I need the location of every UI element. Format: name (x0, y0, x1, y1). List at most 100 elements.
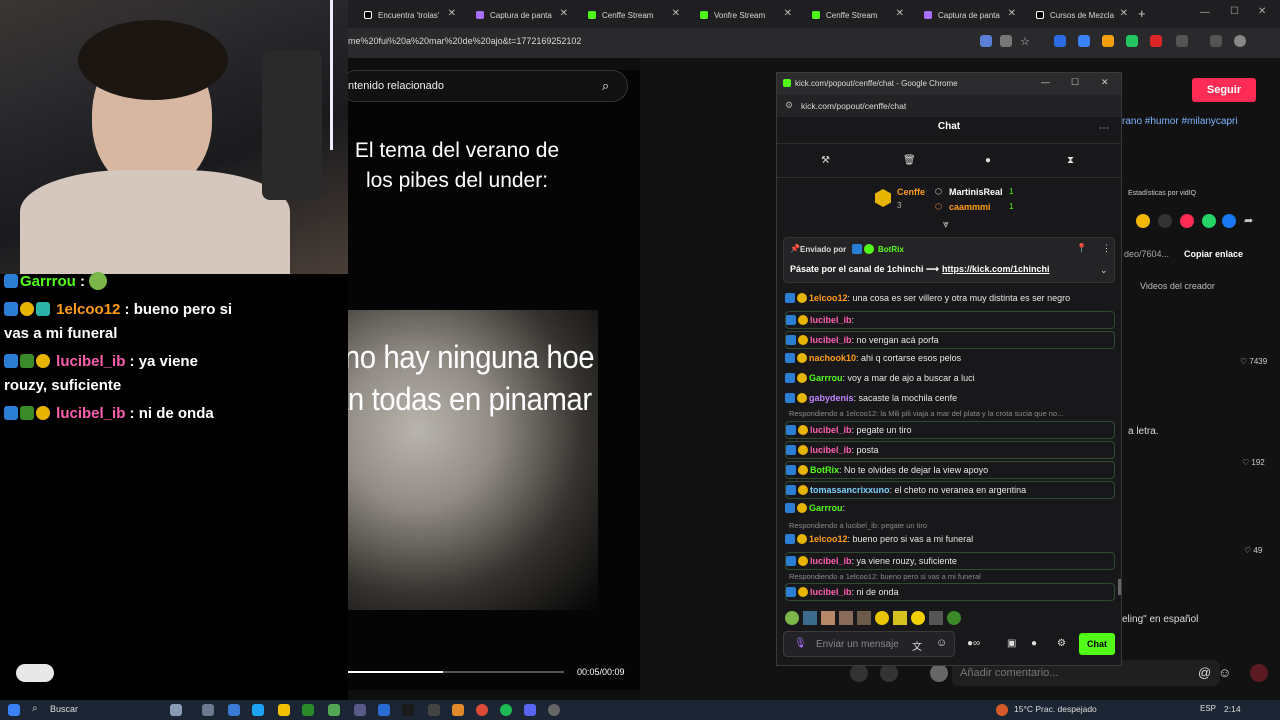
emote-icon[interactable] (839, 611, 853, 625)
gear-icon[interactable]: ⚙ (1057, 638, 1066, 649)
send-icon[interactable] (1180, 214, 1194, 228)
copy-link-button[interactable]: Copiar enlace (1184, 249, 1243, 259)
chat-username[interactable]: lucibel_ib (810, 445, 852, 455)
like-count-3[interactable]: ♡ 49 (1244, 546, 1262, 555)
site-info-icon[interactable]: ⚙ (785, 100, 793, 111)
close-tab-icon[interactable]: ✕ (784, 8, 792, 19)
creator-videos-tab[interactable]: Videos del creador (1140, 281, 1215, 291)
chevron-down-icon[interactable]: ⌄ (1100, 265, 1108, 276)
chat-username[interactable]: 1elcoo12 (809, 293, 848, 303)
emote-icon[interactable] (875, 611, 889, 625)
collapse-icon[interactable]: ⩔ (943, 219, 949, 230)
store-icon[interactable]: ▣ (1007, 638, 1016, 649)
maximize-window-icon[interactable]: ☐ (1230, 6, 1239, 17)
chat-message[interactable]: gabydenis: sacaste la mochila cenfe (785, 391, 1115, 405)
chat-message[interactable]: Garrrou: (785, 501, 1115, 515)
copilot-icon[interactable] (228, 704, 240, 716)
chat-message[interactable]: BotRix: No te olvides de dejar la view a… (785, 461, 1115, 479)
chat-username[interactable]: nachook10 (809, 353, 856, 363)
tab-3[interactable]: Cenffe Stream ✕ (576, 4, 688, 26)
app-icon[interactable] (428, 704, 440, 716)
hammer-icon[interactable]: ⚒ (821, 155, 830, 166)
emote-icon[interactable] (821, 611, 835, 625)
share-icon[interactable]: ➦ (1244, 214, 1253, 227)
close-tab-icon[interactable]: ✕ (1120, 8, 1128, 19)
url-text[interactable]: me%20fui%20a%20mar%20de%20ajo&t=17721692… (348, 36, 581, 46)
chat-message[interactable]: 1elcoo12: una cosa es ser villero y otra… (785, 291, 1115, 305)
chat-username[interactable]: 1elcoo12 (809, 534, 848, 544)
capcut-icon[interactable] (402, 704, 414, 716)
task-view-icon[interactable] (202, 704, 214, 716)
facebook-icon[interactable] (1222, 214, 1236, 228)
discord-icon[interactable] (524, 704, 536, 716)
chat-message[interactable]: lucibel_ib: no vengan acá porfa (785, 331, 1115, 349)
edge-icon[interactable] (252, 704, 264, 716)
chat-message[interactable]: 1elcoo12: bueno pero si vas a mi funeral (785, 532, 1115, 546)
like-count-1[interactable]: ♡ 7439 (1240, 357, 1267, 366)
close-tab-icon[interactable]: ✕ (896, 8, 904, 19)
emoji-icon[interactable]: ☺ (1218, 665, 1231, 680)
hashtags[interactable]: rano #humor #milanycapri (1122, 116, 1272, 127)
tab-2[interactable]: Captura de panta ✕ (464, 4, 576, 26)
chat-message[interactable]: lucibel_ib: pegate un tiro (785, 421, 1115, 439)
vidiq-icon[interactable] (1136, 214, 1150, 228)
extension-icon[interactable] (1054, 35, 1066, 47)
tab-6[interactable]: Captura de panta ✕ (912, 4, 1024, 26)
tab-1[interactable]: Encuentra 'trolas' ✕ (352, 4, 464, 26)
app-icon[interactable] (452, 704, 464, 716)
app-icon[interactable] (328, 704, 340, 716)
chat-message[interactable]: tomassancrixxuno: el cheto no veranea en… (785, 481, 1115, 499)
minimize-window-icon[interactable]: — (1041, 77, 1050, 87)
language-indicator[interactable]: ESP (1200, 704, 1216, 713)
chat-username[interactable]: BotRix (810, 465, 839, 475)
chat-message[interactable]: Garrrou: voy a mar de ajo a buscar a luc… (785, 371, 1115, 385)
embed-icon[interactable] (1158, 214, 1172, 228)
like-count-2[interactable]: ♡ 192 (1242, 458, 1265, 467)
translate-icon[interactable] (980, 35, 992, 47)
profile-avatar[interactable] (1234, 35, 1246, 47)
windows-start-icon[interactable] (8, 704, 20, 716)
hourglass-icon[interactable]: ⧗ (1067, 155, 1074, 166)
emote-icon[interactable] (911, 611, 925, 625)
chat-username[interactable]: gabydenis (809, 393, 854, 403)
close-tab-icon[interactable]: ✕ (672, 8, 680, 19)
chat-username[interactable]: Garrrou (809, 373, 843, 383)
minimize-window-icon[interactable]: — (1200, 7, 1210, 18)
trash-icon[interactable]: 🗑 (903, 155, 916, 166)
follow-button[interactable]: Seguir (1192, 78, 1256, 102)
emoji-icon[interactable]: ☺ (936, 637, 947, 649)
volume-icon[interactable] (880, 664, 898, 682)
pinned-more-icon[interactable]: ⋮ (1102, 243, 1111, 254)
explorer-icon[interactable] (278, 704, 290, 716)
chat-username[interactable]: lucibel_ib (810, 587, 852, 597)
points-icon[interactable]: ●∞ (967, 638, 980, 649)
app-icon[interactable] (378, 704, 390, 716)
post-comment-icon[interactable] (1250, 664, 1268, 682)
close-tab-icon[interactable]: ✕ (1008, 8, 1016, 19)
close-window-icon[interactable]: ✕ (1101, 77, 1109, 88)
taskbar-search[interactable]: Buscar (50, 704, 78, 714)
more-options-icon[interactable]: ⋯ (1099, 123, 1109, 134)
chrome-icon[interactable] (476, 704, 488, 716)
adblock-icon[interactable] (1150, 35, 1162, 47)
unpin-icon[interactable]: 📍 (1076, 243, 1087, 254)
translate-icon[interactable]: 文 (912, 638, 922, 653)
popout-address-bar[interactable]: ⚙ kick.com/popout/cenffe/chat (777, 95, 1121, 117)
chat-username[interactable]: lucibel_ib (810, 425, 852, 435)
chat-message[interactable]: lucibel_ib: ni de onda (785, 583, 1115, 601)
obs-icon[interactable] (548, 704, 560, 716)
chat-message[interactable]: lucibel_ib: posta (785, 441, 1115, 459)
tab-5[interactable]: Cenffe Stream ✕ (800, 4, 912, 26)
new-tab-icon[interactable]: + (1138, 6, 1146, 21)
widgets-icon[interactable] (170, 704, 182, 716)
emote-icon[interactable] (893, 611, 907, 625)
send-chat-button[interactable]: Chat (1079, 633, 1115, 655)
emote-icon[interactable] (803, 611, 817, 625)
extension-icon[interactable] (1126, 35, 1138, 47)
close-tab-icon[interactable]: ✕ (560, 8, 568, 19)
emote-icon[interactable] (785, 611, 799, 625)
maximize-window-icon[interactable]: ☐ (1071, 77, 1079, 88)
spotify-icon[interactable] (500, 704, 512, 716)
close-tab-icon[interactable]: ✕ (448, 8, 456, 19)
chat-message[interactable]: lucibel_ib: (785, 311, 1115, 329)
